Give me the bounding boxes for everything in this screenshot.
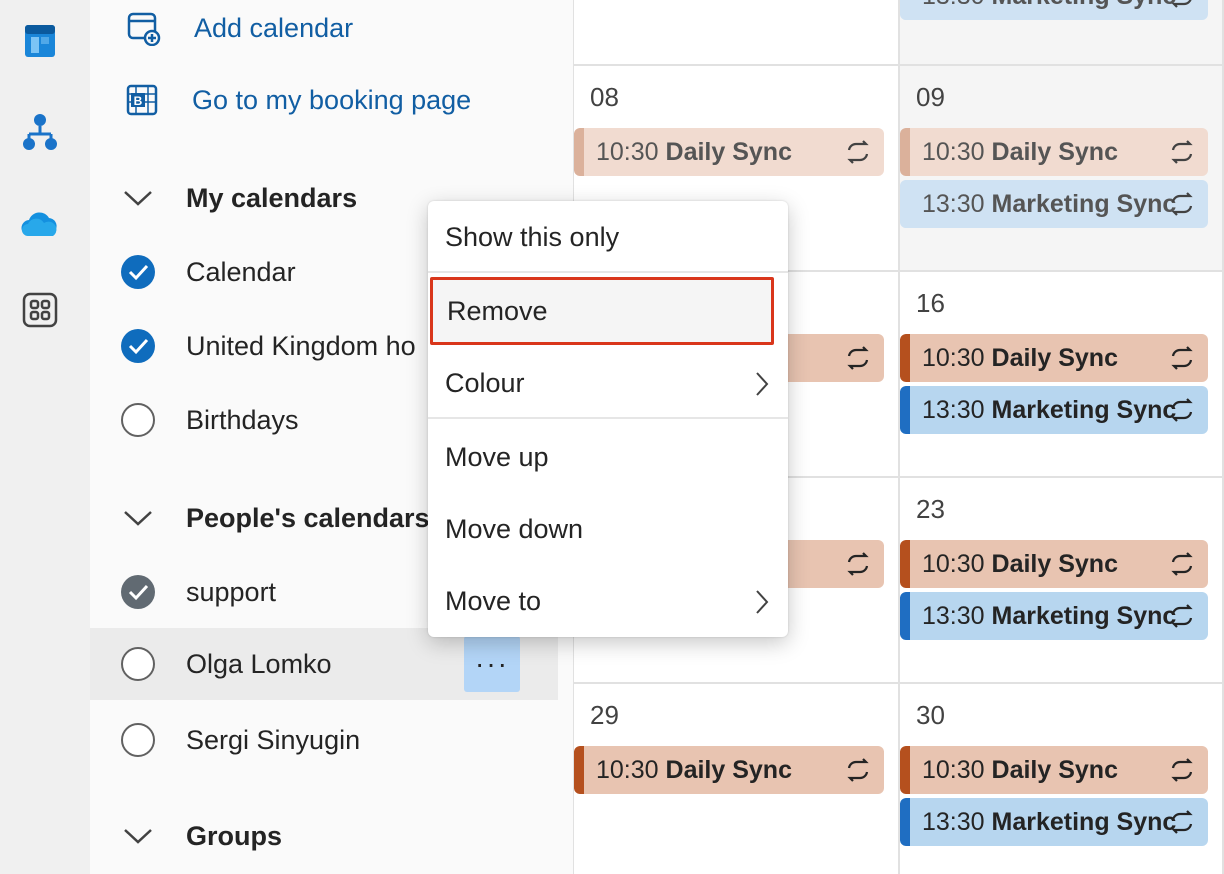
event-marketing-sync[interactable]: 13:30 Marketing Sync: [900, 592, 1208, 640]
chevron-right-icon: [756, 372, 769, 396]
day-cell[interactable]: 09 10:30 Daily Sync 13:30 Marketing Sync: [900, 66, 1224, 272]
menu-item-remove[interactable]: Remove: [430, 277, 774, 345]
groups-label: Groups: [186, 820, 283, 851]
event-daily-sync[interactable]: 10:30 Daily Sync: [900, 540, 1208, 588]
checked-circle-icon[interactable]: [121, 329, 155, 363]
unchecked-circle-icon[interactable]: [121, 403, 155, 437]
menu-item-colour[interactable]: Colour: [428, 349, 788, 417]
event-daily-sync[interactable]: 10:30 Daily Sync: [900, 128, 1208, 176]
peoples-calendars-label: People's calendars: [186, 502, 430, 533]
calendar-item-label: United Kingdom ho: [186, 330, 416, 361]
repeat-icon: [1171, 140, 1193, 164]
app-rail: [0, 0, 90, 874]
repeat-icon: [847, 552, 869, 576]
checked-circle-icon[interactable]: [121, 575, 155, 609]
calendar-item-label: Olga Lomko: [186, 648, 332, 679]
menu-item-show-this-only[interactable]: Show this only: [428, 203, 788, 271]
event-daily-sync[interactable]: 10:30 Daily Sync: [900, 334, 1208, 382]
chevron-down-icon: [120, 178, 156, 218]
day-cell[interactable]: 16 10:30 Daily Sync 13:30 Marketing Sync: [900, 272, 1224, 478]
day-number: 30: [916, 700, 945, 730]
chevron-down-icon: [120, 816, 156, 856]
event-daily-sync[interactable]: 10:30 Daily Sync: [574, 128, 884, 176]
repeat-icon: [1171, 604, 1193, 628]
calendar-app-icon[interactable]: [18, 18, 62, 62]
day-cell[interactable]: 29 10:30 Daily Sync: [574, 684, 900, 874]
repeat-icon: [1171, 552, 1193, 576]
event-daily-sync[interactable]: 10:30 Daily Sync: [900, 746, 1208, 794]
unchecked-circle-icon[interactable]: [121, 723, 155, 757]
chevron-right-icon: [756, 590, 769, 614]
repeat-icon: [847, 346, 869, 370]
repeat-icon: [847, 758, 869, 782]
calendar-item-label: Sergi Sinyugin: [186, 724, 361, 755]
repeat-icon: [1171, 398, 1193, 422]
repeat-icon: [1171, 810, 1193, 834]
day-number: 09: [916, 82, 945, 112]
svg-text:B: B: [134, 94, 143, 108]
bookings-icon: B: [122, 80, 162, 120]
day-number: 08: [590, 82, 619, 112]
calendar-item-label: Birthdays: [186, 404, 299, 435]
peoples-calendars-header[interactable]: People's calendars: [120, 498, 430, 538]
repeat-icon: [1171, 192, 1193, 216]
calendar-item-label: support: [186, 576, 277, 607]
day-number: 29: [590, 700, 619, 730]
calendar-item-olga-lomko[interactable]: Olga Lomko ···: [90, 628, 558, 700]
day-number: 23: [916, 494, 945, 524]
booking-page-label: Go to my booking page: [192, 84, 472, 115]
calendar-context-menu: Show this only Remove Colour Move up Mov…: [428, 201, 788, 637]
event-marketing-sync[interactable]: 13:30 Marketing Sync: [900, 386, 1208, 434]
unchecked-circle-icon[interactable]: [121, 647, 155, 681]
more-options-button[interactable]: ···: [464, 636, 520, 692]
apps-icon[interactable]: [18, 288, 62, 332]
menu-divider: [428, 417, 788, 419]
my-calendars-header[interactable]: My calendars: [120, 178, 357, 218]
event-marketing-sync[interactable]: 13:30 Marketing Sync: [900, 798, 1208, 846]
day-number: 16: [916, 288, 945, 318]
calendar-item-label: Calendar: [186, 256, 296, 287]
day-cell[interactable]: [574, 0, 900, 66]
event-marketing-sync[interactable]: 13:30 Marketing Sync: [900, 180, 1208, 228]
my-calendars-label: My calendars: [186, 182, 358, 213]
event-marketing-sync[interactable]: 13:30 Marketing Sync: [900, 0, 1208, 20]
day-cell[interactable]: 30 10:30 Daily Sync 13:30 Marketing Sync: [900, 684, 1224, 874]
menu-divider: [428, 271, 788, 273]
checked-circle-icon[interactable]: [121, 255, 155, 289]
chevron-down-icon: [120, 498, 156, 538]
menu-item-move-to[interactable]: Move to: [428, 567, 788, 635]
menu-item-move-up[interactable]: Move up: [428, 423, 788, 491]
add-calendar-label: Add calendar: [194, 12, 354, 43]
day-cell[interactable]: 13:30 Marketing Sync: [900, 0, 1224, 66]
event-daily-sync[interactable]: 10:30 Daily Sync: [574, 746, 884, 794]
onedrive-icon[interactable]: [18, 202, 62, 246]
calendar-item-sergi-sinyugin[interactable]: Sergi Sinyugin: [90, 704, 558, 776]
groups-header[interactable]: Groups: [120, 816, 282, 856]
repeat-icon: [1171, 346, 1193, 370]
day-cell[interactable]: 23 10:30 Daily Sync 13:30 Marketing Sync: [900, 478, 1224, 684]
repeat-icon: [1171, 758, 1193, 782]
org-explorer-icon[interactable]: [18, 110, 62, 154]
add-calendar-icon: [124, 8, 164, 48]
repeat-icon: [1171, 0, 1192, 8]
menu-item-move-down[interactable]: Move down: [428, 495, 788, 563]
repeat-icon: [847, 140, 869, 164]
